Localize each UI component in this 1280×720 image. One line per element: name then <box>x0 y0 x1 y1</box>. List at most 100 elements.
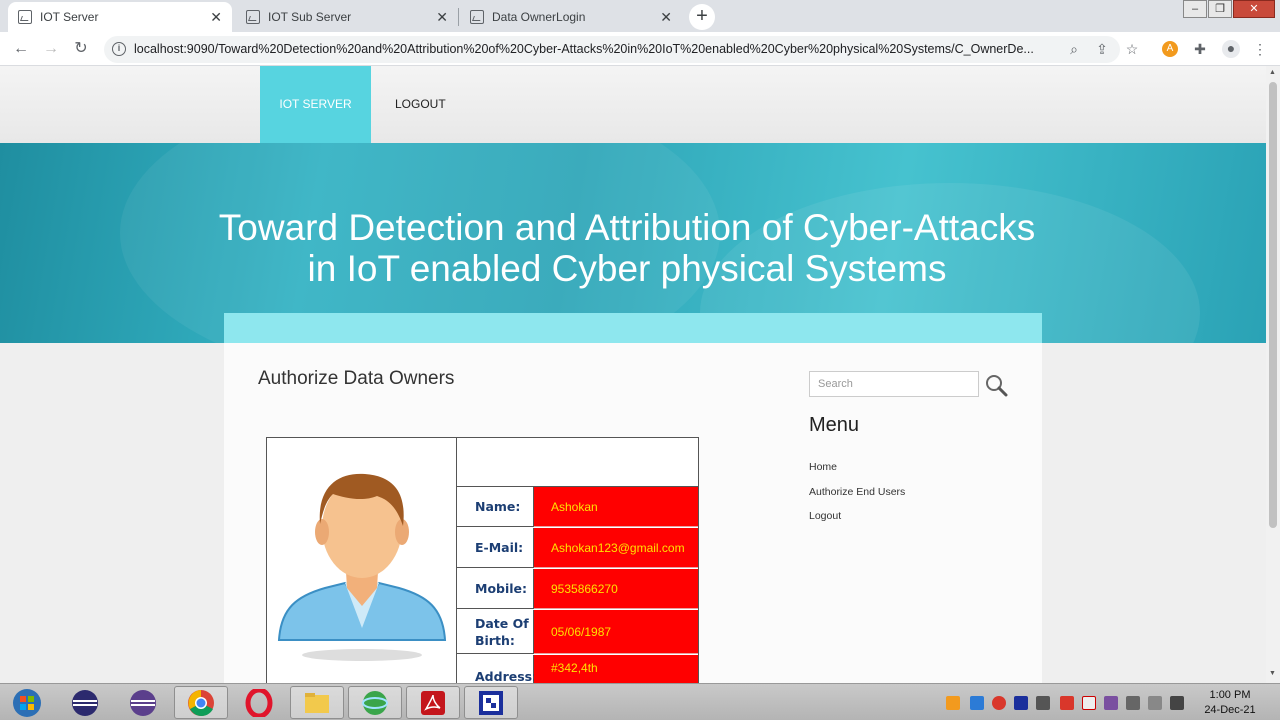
url-text[interactable]: localhost:9090/Toward%20Detection%20and%… <box>134 42 1054 56</box>
menu-link-home[interactable]: Home <box>809 461 837 473</box>
taskbar-app-window[interactable] <box>464 686 518 719</box>
taskbar-eclipse[interactable] <box>58 686 112 719</box>
tray-avast-icon[interactable] <box>946 696 960 710</box>
name-value: Ashokan <box>534 487 698 527</box>
forward-arrow-icon[interactable]: → <box>40 38 62 60</box>
mobile-row: Mobile: 9535866270 <box>457 569 698 610</box>
windows-logo-icon <box>13 688 41 717</box>
profile-avatar-icon[interactable]: ● <box>1222 40 1240 58</box>
nav-logout[interactable]: LOGOUT <box>395 66 446 143</box>
taskbar-clock[interactable]: 1:00 PM 24-Dec-21 <box>1196 688 1264 718</box>
vertical-scrollbar[interactable]: ▲ ▼ <box>1266 66 1280 683</box>
pdf-icon <box>421 690 445 715</box>
page-icon <box>470 10 484 24</box>
tray-security-icon[interactable] <box>1060 696 1074 710</box>
new-tab-button[interactable]: + <box>689 4 715 30</box>
tab-divider <box>458 8 459 26</box>
taskbar-opera[interactable] <box>232 686 286 719</box>
scrollbar-thumb[interactable] <box>1269 82 1277 528</box>
address-row: Address: #342,4th <box>457 655 698 683</box>
close-icon[interactable]: ✕ <box>210 9 222 26</box>
tray-flag-icon[interactable] <box>1082 696 1096 710</box>
speaker-icon[interactable] <box>1126 696 1140 710</box>
user-avatar-icon <box>277 473 447 661</box>
card-header <box>457 438 698 487</box>
menu-title: Menu <box>809 414 860 436</box>
address-value: #342,4th <box>534 655 698 683</box>
menu-link-authorize-end-users[interactable]: Authorize End Users <box>809 486 905 498</box>
taskbar-eclipse-2[interactable] <box>116 686 170 719</box>
share-icon[interactable]: ⇪ <box>1094 41 1110 57</box>
chrome-icon <box>188 689 214 716</box>
back-arrow-icon[interactable]: ← <box>10 38 32 60</box>
page-heading: Authorize Data Owners <box>258 368 455 389</box>
globe-icon <box>362 690 388 715</box>
address-bar[interactable]: i localhost:9090/Toward%20Detection%20an… <box>104 36 1138 63</box>
dob-label: Date Of Birth: <box>457 610 534 654</box>
tray-utility-icon[interactable] <box>1104 696 1118 710</box>
tab-iot-server[interactable]: IOT Server ✕ <box>8 2 232 32</box>
scroll-up-arrow-icon[interactable]: ▲ <box>1269 69 1276 76</box>
eclipse-icon <box>72 689 98 716</box>
window-close-button[interactable]: ✕ <box>1233 0 1275 18</box>
bookmark-star-icon[interactable]: ☆ <box>1124 41 1140 57</box>
info-icon[interactable]: i <box>112 42 126 56</box>
close-icon[interactable]: ✕ <box>660 9 672 26</box>
tray-app-icon[interactable] <box>970 696 984 710</box>
owner-card: Name: Ashokan E-Mail: Ashokan123@gmail.c… <box>266 437 699 683</box>
folder-icon <box>305 692 329 713</box>
search-input[interactable]: Search <box>809 371 979 397</box>
mobile-label: Mobile: <box>457 569 534 609</box>
tab-title: IOT Sub Server <box>268 10 352 24</box>
zoom-icon[interactable]: ⌕ <box>1066 41 1082 57</box>
page-icon <box>246 10 260 24</box>
tab-title: Data OwnerLogin <box>492 10 586 24</box>
tray-window-icon[interactable] <box>1014 696 1028 710</box>
top-navigation: IOT SERVER LOGOUT <box>0 66 1266 143</box>
tab-title: IOT Server <box>40 10 99 24</box>
email-label: E-Mail: <box>457 528 534 568</box>
nav-iot-server[interactable]: IOT SERVER <box>260 66 371 143</box>
browser-toolbar: ← → ↻ i localhost:9090/Toward%20Detectio… <box>0 32 1280 66</box>
clock-time: 1:00 PM <box>1209 689 1251 701</box>
name-row: Name: Ashokan <box>457 487 698 528</box>
taskbar-file-explorer[interactable] <box>290 686 344 719</box>
extensions-puzzle-icon[interactable]: ✚ <box>1192 41 1208 57</box>
app-window-icon <box>479 690 503 715</box>
tray-devices-icon[interactable] <box>1036 696 1050 710</box>
minimize-button[interactable]: – <box>1183 0 1207 18</box>
taskbar-pdf-reader[interactable] <box>406 686 460 719</box>
content-panel: Authorize Data Owners Name: Ashokan E-Ma… <box>224 313 1042 683</box>
network-icon[interactable] <box>1170 696 1184 710</box>
email-value: Ashokan123@gmail.com <box>534 528 698 568</box>
taskbar-chrome[interactable] <box>174 686 228 719</box>
email-row: E-Mail: Ashokan123@gmail.com <box>457 528 698 569</box>
os-taskbar: 1:00 PM 24-Dec-21 <box>0 683 1280 720</box>
reload-icon[interactable]: ↻ <box>70 38 92 60</box>
eclipse-purple-icon <box>130 689 156 716</box>
menu-link-logout[interactable]: Logout <box>809 510 841 522</box>
extension-icon[interactable]: A <box>1162 41 1178 57</box>
name-label: Name: <box>457 487 534 527</box>
dob-value: 05/06/1987 <box>534 610 698 654</box>
address-label: Address: <box>457 655 537 683</box>
web-page: IOT SERVER LOGOUT Toward Detection and A… <box>0 66 1266 683</box>
tab-iot-sub-server[interactable]: IOT Sub Server ✕ <box>236 2 458 32</box>
kebab-menu-icon[interactable]: ⋮ <box>1252 41 1268 57</box>
search-icon[interactable] <box>984 373 1008 397</box>
start-button[interactable] <box>2 686 52 719</box>
clock-date: 24-Dec-21 <box>1204 704 1256 716</box>
close-icon[interactable]: ✕ <box>436 9 448 26</box>
maximize-button[interactable]: ❐ <box>1208 0 1232 18</box>
mobile-value: 9535866270 <box>534 569 698 609</box>
mute-icon[interactable] <box>1148 696 1162 710</box>
scroll-down-arrow-icon[interactable]: ▼ <box>1269 670 1276 677</box>
tab-data-owner-login[interactable]: Data OwnerLogin ✕ <box>460 2 682 32</box>
dob-row: Date Of Birth: 05/06/1987 <box>457 610 698 655</box>
site-title: Toward Detection and Attribution of Cybe… <box>218 207 1036 289</box>
taskbar-network-app[interactable] <box>348 686 402 719</box>
owner-photo <box>267 438 457 683</box>
page-icon <box>18 10 32 24</box>
browser-tab-strip: IOT Server ✕ IOT Sub Server ✕ Data Owner… <box>0 0 1280 32</box>
tray-record-icon[interactable] <box>992 696 1006 710</box>
